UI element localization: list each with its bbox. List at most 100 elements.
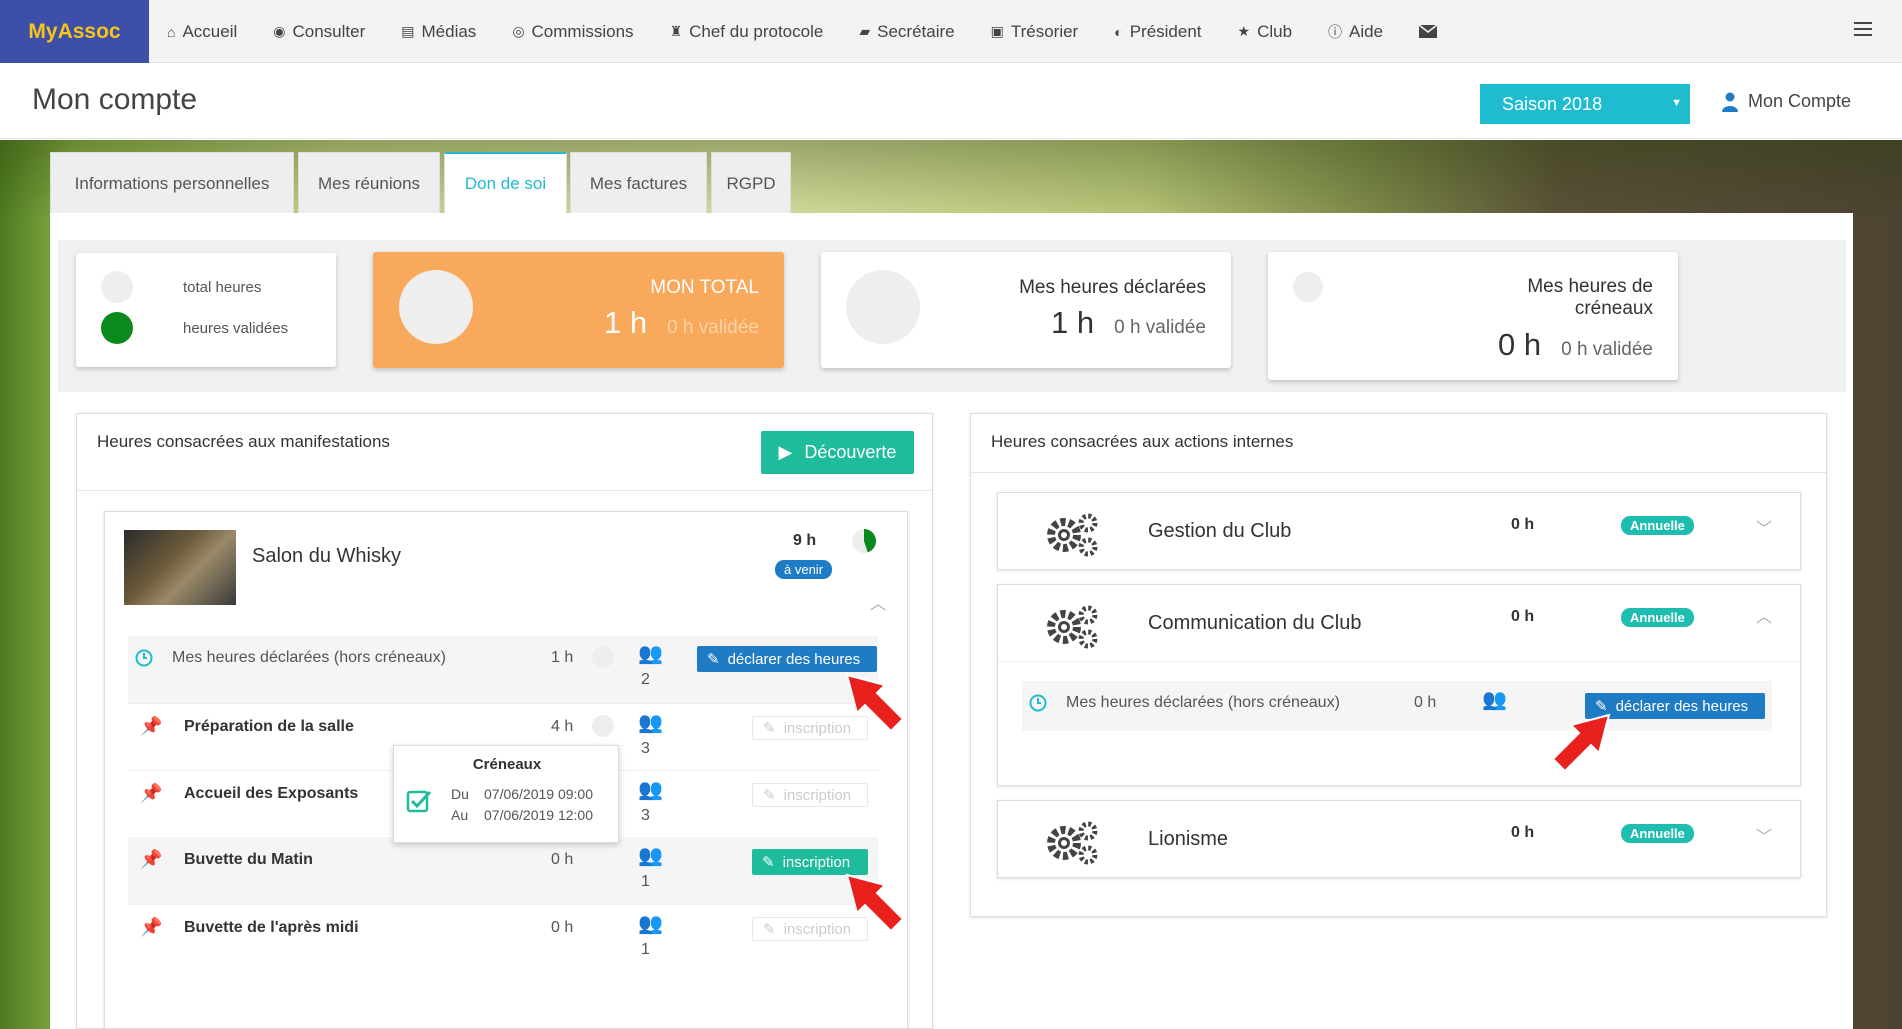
inscription-button[interactable]: ✎ inscription <box>752 849 868 875</box>
row-label: Mes heures déclarées (hors créneaux) <box>1066 694 1340 711</box>
pencil-icon: ✎ <box>763 787 776 804</box>
people-icon: 👥 <box>638 712 663 734</box>
item-hours: 0 h <box>1511 516 1535 533</box>
nav-label: Accueil <box>182 21 238 41</box>
people-icon: 👥 <box>1482 689 1507 711</box>
event-hours: 9 h <box>793 532 817 549</box>
book-icon: ▰ <box>859 23 871 39</box>
nav-item-commissions[interactable]: ◎ Commissions <box>494 0 651 63</box>
chevron-down-icon[interactable]: ﹀ <box>1756 515 1772 539</box>
envelope-icon <box>1419 25 1438 38</box>
row-label[interactable]: Buvette du Matin <box>184 851 313 869</box>
declared-card: Mes heures déclarées 1 h 0 h validée <box>821 252 1231 368</box>
row-label: Mes heures déclarées (hors créneaux) <box>172 649 446 666</box>
pencil-icon: ✎ <box>707 651 720 668</box>
declare-hours-button[interactable]: ✎ déclarer des heures <box>1585 693 1765 719</box>
eye-icon: ◉ <box>273 23 286 39</box>
people-icon: 👥 <box>638 779 663 801</box>
event-name[interactable]: Salon du Whisky <box>252 545 401 568</box>
legend-total-label: total heures <box>183 279 262 296</box>
red-arrow-annotation <box>1551 713 1611 773</box>
tab-mes-factures[interactable]: Mes factures <box>570 152 707 214</box>
slots-title: Mes heures de créneaux <box>1527 276 1653 319</box>
season-value: Saison 2018 <box>1502 93 1603 114</box>
annual-badge: Annuelle <box>1621 516 1694 535</box>
tab-don-de-soi[interactable]: Don de soi <box>444 152 567 214</box>
nav-item-club[interactable]: ★ Club <box>1220 0 1311 63</box>
nav-item-mail[interactable] <box>1401 0 1455 63</box>
legend-total-dot <box>101 271 133 303</box>
people-icon: 👥 <box>638 913 663 935</box>
row-progress-circle <box>592 646 614 668</box>
pencil-icon: ✎ <box>763 720 776 737</box>
slots-tooltip: Créneaux Du 07/06/2019 09:00 Au 07/06/20… <box>393 745 619 843</box>
declare-hours-button[interactable]: ✎ déclarer des heures <box>697 646 877 672</box>
gears-icon <box>1047 513 1098 557</box>
tooltip-title: Créneaux <box>472 756 542 773</box>
tooltip-to-date: 07/06/2019 12:00 <box>484 807 593 823</box>
discover-button[interactable]: ▶ Découverte <box>761 431 914 474</box>
item-hours: 0 h <box>1511 608 1535 625</box>
nav-item-secretaire[interactable]: ▰ Secrétaire <box>841 0 972 63</box>
tab-rgpd[interactable]: RGPD <box>711 152 791 214</box>
legend-validated-dot <box>101 312 133 344</box>
events-section: Heures consacrées aux manifestations ▶ Dé… <box>76 413 933 1029</box>
divider <box>971 472 1826 473</box>
nav-item-chef-protocole[interactable]: ♜ Chef du protocole <box>652 0 842 63</box>
button-label: inscription <box>782 853 851 871</box>
total-value: 1 h <box>603 305 648 340</box>
nav-item-consulter[interactable]: ◉ Consulter <box>255 0 383 63</box>
item-name[interactable]: Communication du Club <box>1148 612 1361 635</box>
clock-icon <box>135 649 153 667</box>
brand-logo[interactable]: MyAssoc <box>0 0 149 63</box>
tab-informations-personnelles[interactable]: Informations personnelles <box>50 152 294 214</box>
inscription-button-disabled: ✎ inscription <box>752 783 868 807</box>
nav-item-accueil[interactable]: ⌂ Accueil <box>149 0 255 63</box>
button-label: inscription <box>783 719 852 737</box>
pencil-icon: ✎ <box>762 854 775 871</box>
row-count: 3 <box>641 740 650 757</box>
commissions-icon: ◎ <box>512 23 525 39</box>
row-label[interactable]: Préparation de la salle <box>184 718 354 736</box>
tab-mes-reunions[interactable]: Mes réunions <box>298 152 440 214</box>
internal-item-gestion[interactable]: Gestion du Club 0 h Annuelle ﹀ <box>997 492 1801 570</box>
nav-item-president[interactable]: ◐ Président <box>1096 0 1219 63</box>
main-nav: ⌂ Accueil ◉ Consulter ▤ Médias ◎ Commissions… <box>149 0 1455 63</box>
nav-label: Aide <box>1349 21 1384 41</box>
user-icon <box>1722 92 1738 112</box>
chevron-down-icon[interactable]: ﹀ <box>1756 823 1772 847</box>
total-validated: 0 h validée <box>667 317 759 338</box>
button-label: déclarer des heures <box>1615 697 1749 715</box>
item-name: Lionisme <box>1148 828 1229 850</box>
nav-item-aide[interactable]: ⓘ Aide <box>1310 0 1401 63</box>
total-title: MON TOTAL <box>650 277 759 298</box>
clock-icon <box>1029 694 1047 712</box>
internal-section-title: Heures consacrées aux actions internes <box>991 432 1294 451</box>
season-select[interactable]: Saison 2018 ▼ <box>1480 84 1690 124</box>
red-arrow-annotation <box>845 873 905 933</box>
annual-badge: Annuelle <box>1621 608 1694 627</box>
hamburger-menu-icon[interactable] <box>1854 22 1872 38</box>
people-icon: 👥 <box>638 845 663 867</box>
events-section-title: Heures consacrées aux manifestations <box>97 432 390 451</box>
account-label: Mon Compte <box>1748 91 1852 111</box>
nav-item-tresorier[interactable]: ▣ Trésorier <box>973 0 1097 63</box>
nav-item-medias[interactable]: ▤ Médias <box>383 0 494 63</box>
chevron-up-icon[interactable]: ︿ <box>870 590 886 614</box>
divider <box>998 661 1800 662</box>
pin-icon: 📌 <box>140 917 163 937</box>
row-hours: 1 h <box>551 649 574 666</box>
internal-section: Heures consacrées aux actions internes G… <box>970 413 1827 917</box>
chevron-up-icon[interactable]: ︿ <box>1756 603 1772 627</box>
tooltip-to-label: Au <box>451 807 469 823</box>
nav-label: Secrétaire <box>877 21 955 41</box>
account-link[interactable]: Mon Compte <box>1722 91 1851 112</box>
row-label[interactable]: Accueil des Exposants <box>184 785 358 803</box>
row-hours: 0 h <box>551 919 574 936</box>
row-count: 1 <box>641 941 650 958</box>
row-count: 2 <box>641 671 650 688</box>
declared-hours-row: Mes heures déclarées (hors créneaux) 1 h… <box>128 636 878 703</box>
row-count: 3 <box>641 807 650 824</box>
row-label[interactable]: Buvette de l'après midi <box>184 919 359 937</box>
internal-item-lionisme[interactable]: Lionisme 0 h Annuelle ﹀ <box>997 800 1801 878</box>
